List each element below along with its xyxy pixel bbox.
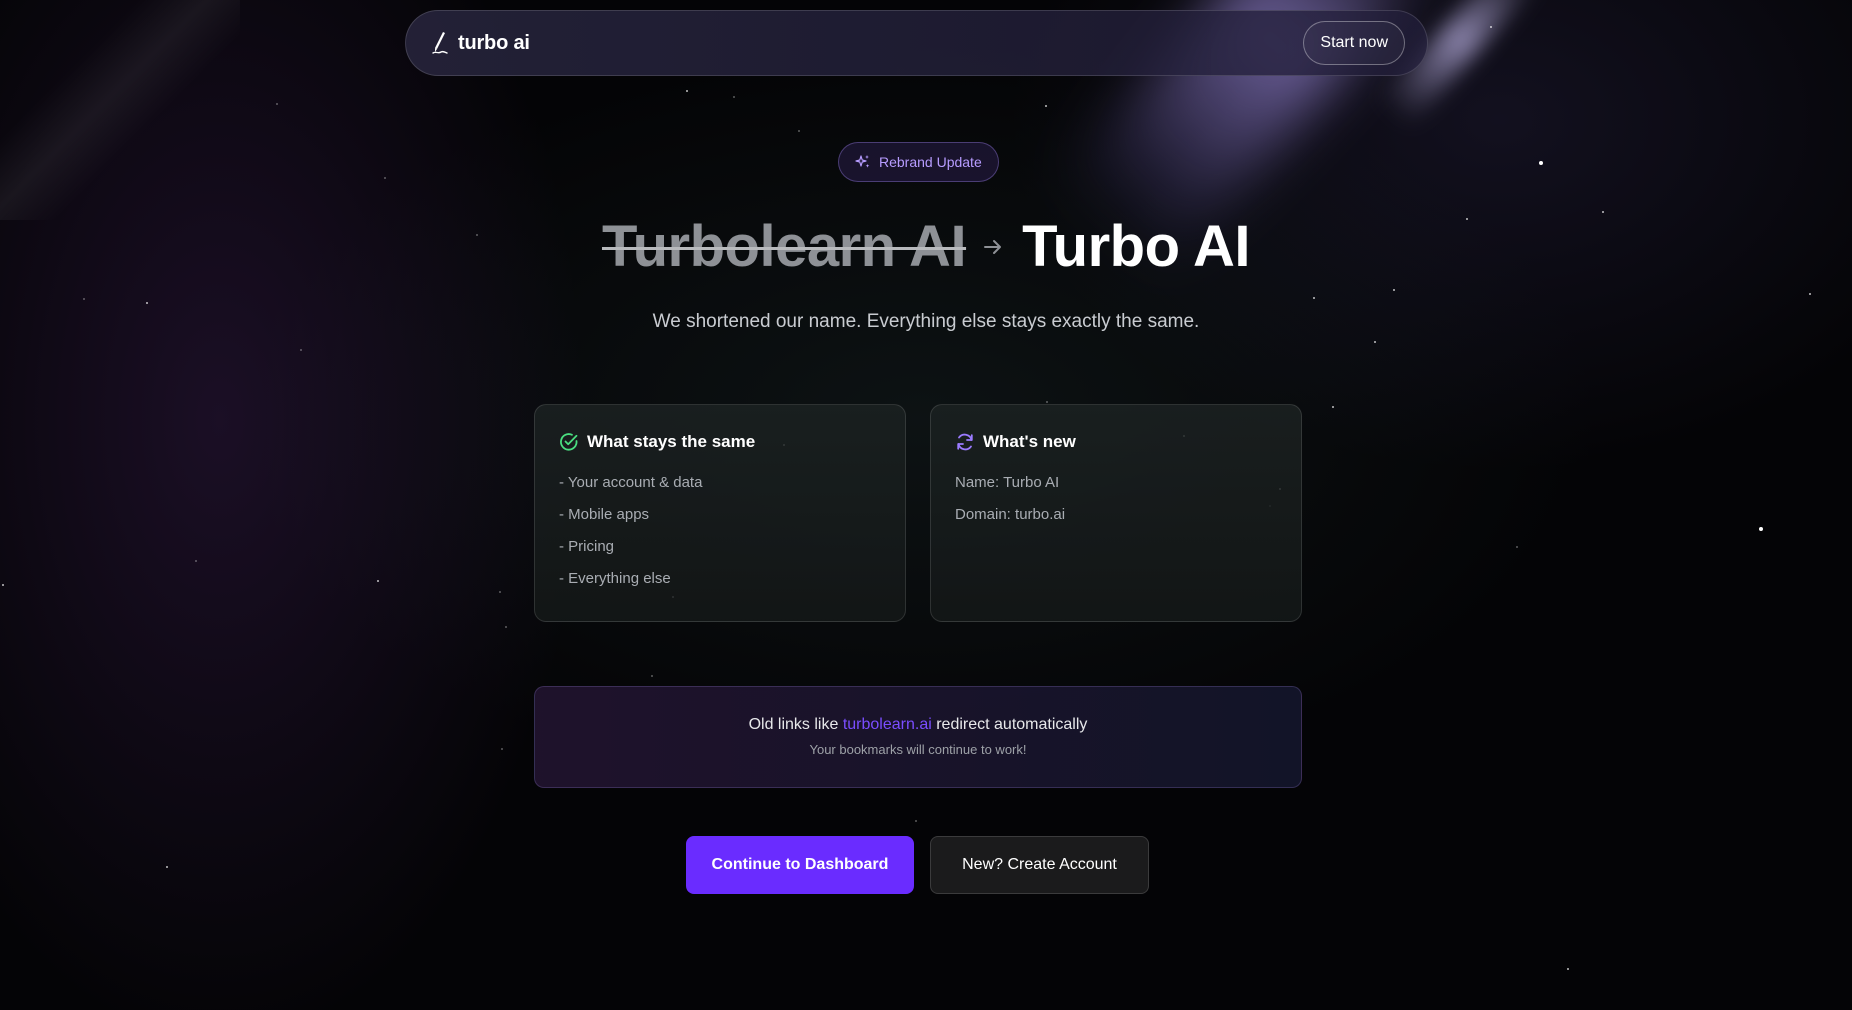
whats-new-heading: What's new bbox=[955, 431, 1277, 453]
star bbox=[1516, 546, 1518, 548]
star bbox=[1332, 406, 1334, 408]
list-item: - Pricing bbox=[559, 538, 615, 555]
star bbox=[1313, 297, 1315, 299]
star bbox=[798, 130, 800, 132]
arrow-right-icon bbox=[984, 239, 1002, 254]
redirect-notice: Old links like turbolearn.ai redirect au… bbox=[534, 686, 1302, 788]
page-title: Turbolearn AI Turbo AI bbox=[0, 212, 1852, 282]
star bbox=[915, 820, 917, 822]
star bbox=[1393, 289, 1395, 291]
star bbox=[2, 584, 4, 586]
star bbox=[733, 96, 735, 98]
star bbox=[651, 675, 653, 677]
star bbox=[1567, 968, 1569, 970]
star bbox=[195, 560, 197, 562]
check-circle-icon bbox=[560, 433, 578, 451]
star bbox=[83, 298, 85, 300]
star bbox=[377, 580, 379, 582]
refresh-icon bbox=[957, 433, 973, 451]
stays-same-heading: What stays the same bbox=[559, 431, 881, 453]
old-domain-link[interactable]: turbolearn.ai bbox=[843, 716, 932, 733]
pen-nib-icon bbox=[432, 32, 448, 54]
create-account-button[interactable]: New? Create Account bbox=[930, 836, 1149, 894]
star bbox=[276, 103, 278, 105]
redirect-suffix: redirect automatically bbox=[931, 716, 1088, 733]
brand-name: turbo ai bbox=[458, 31, 530, 54]
star bbox=[1046, 401, 1048, 403]
star bbox=[1374, 341, 1376, 343]
rebrand-badge: Rebrand Update bbox=[838, 142, 999, 182]
light-streak bbox=[0, 0, 240, 220]
whats-new-title: What's new bbox=[983, 432, 1076, 451]
star bbox=[1759, 527, 1763, 531]
start-now-button[interactable]: Start now bbox=[1303, 21, 1405, 65]
star bbox=[499, 591, 501, 593]
list-item: - Mobile apps bbox=[559, 506, 650, 523]
star bbox=[686, 90, 688, 92]
redirect-message: Old links like turbolearn.ai redirect au… bbox=[535, 714, 1301, 736]
star bbox=[1809, 293, 1811, 295]
star bbox=[505, 626, 507, 628]
star bbox=[1539, 161, 1543, 165]
star bbox=[146, 302, 148, 304]
stays-same-card: What stays the same - Your account & dat… bbox=[534, 404, 906, 622]
star bbox=[166, 866, 168, 868]
top-navbar: turbo ai Start now bbox=[405, 10, 1428, 76]
list-item: - Everything else bbox=[559, 570, 671, 587]
sparkles-icon bbox=[855, 155, 870, 168]
page-subtitle: We shortened our name. Everything else s… bbox=[652, 311, 1200, 332]
list-item: Name: Turbo AI bbox=[955, 474, 1060, 491]
new-brand-name: Turbo AI bbox=[1022, 214, 1251, 279]
star bbox=[384, 177, 386, 179]
redirect-prefix: Old links like bbox=[748, 716, 843, 733]
whats-new-card: What's new Name: Turbo AI Domain: turbo.… bbox=[930, 404, 1302, 622]
star bbox=[1045, 105, 1047, 107]
redirect-subtext: Your bookmarks will continue to work! bbox=[809, 742, 1027, 757]
badge-label: Rebrand Update bbox=[879, 154, 982, 170]
page-background: turbo ai Start now Rebrand Update Turbol… bbox=[0, 0, 1852, 1010]
continue-to-dashboard-button[interactable]: Continue to Dashboard bbox=[686, 836, 914, 894]
list-item: Domain: turbo.ai bbox=[955, 506, 1066, 523]
star bbox=[300, 349, 302, 351]
star bbox=[1490, 26, 1492, 28]
brand-logo-link[interactable]: turbo ai bbox=[430, 30, 530, 56]
old-brand-name: Turbolearn AI bbox=[601, 214, 967, 279]
list-item: - Your account & data bbox=[559, 474, 703, 491]
star bbox=[501, 748, 503, 750]
stays-same-title: What stays the same bbox=[587, 432, 756, 451]
